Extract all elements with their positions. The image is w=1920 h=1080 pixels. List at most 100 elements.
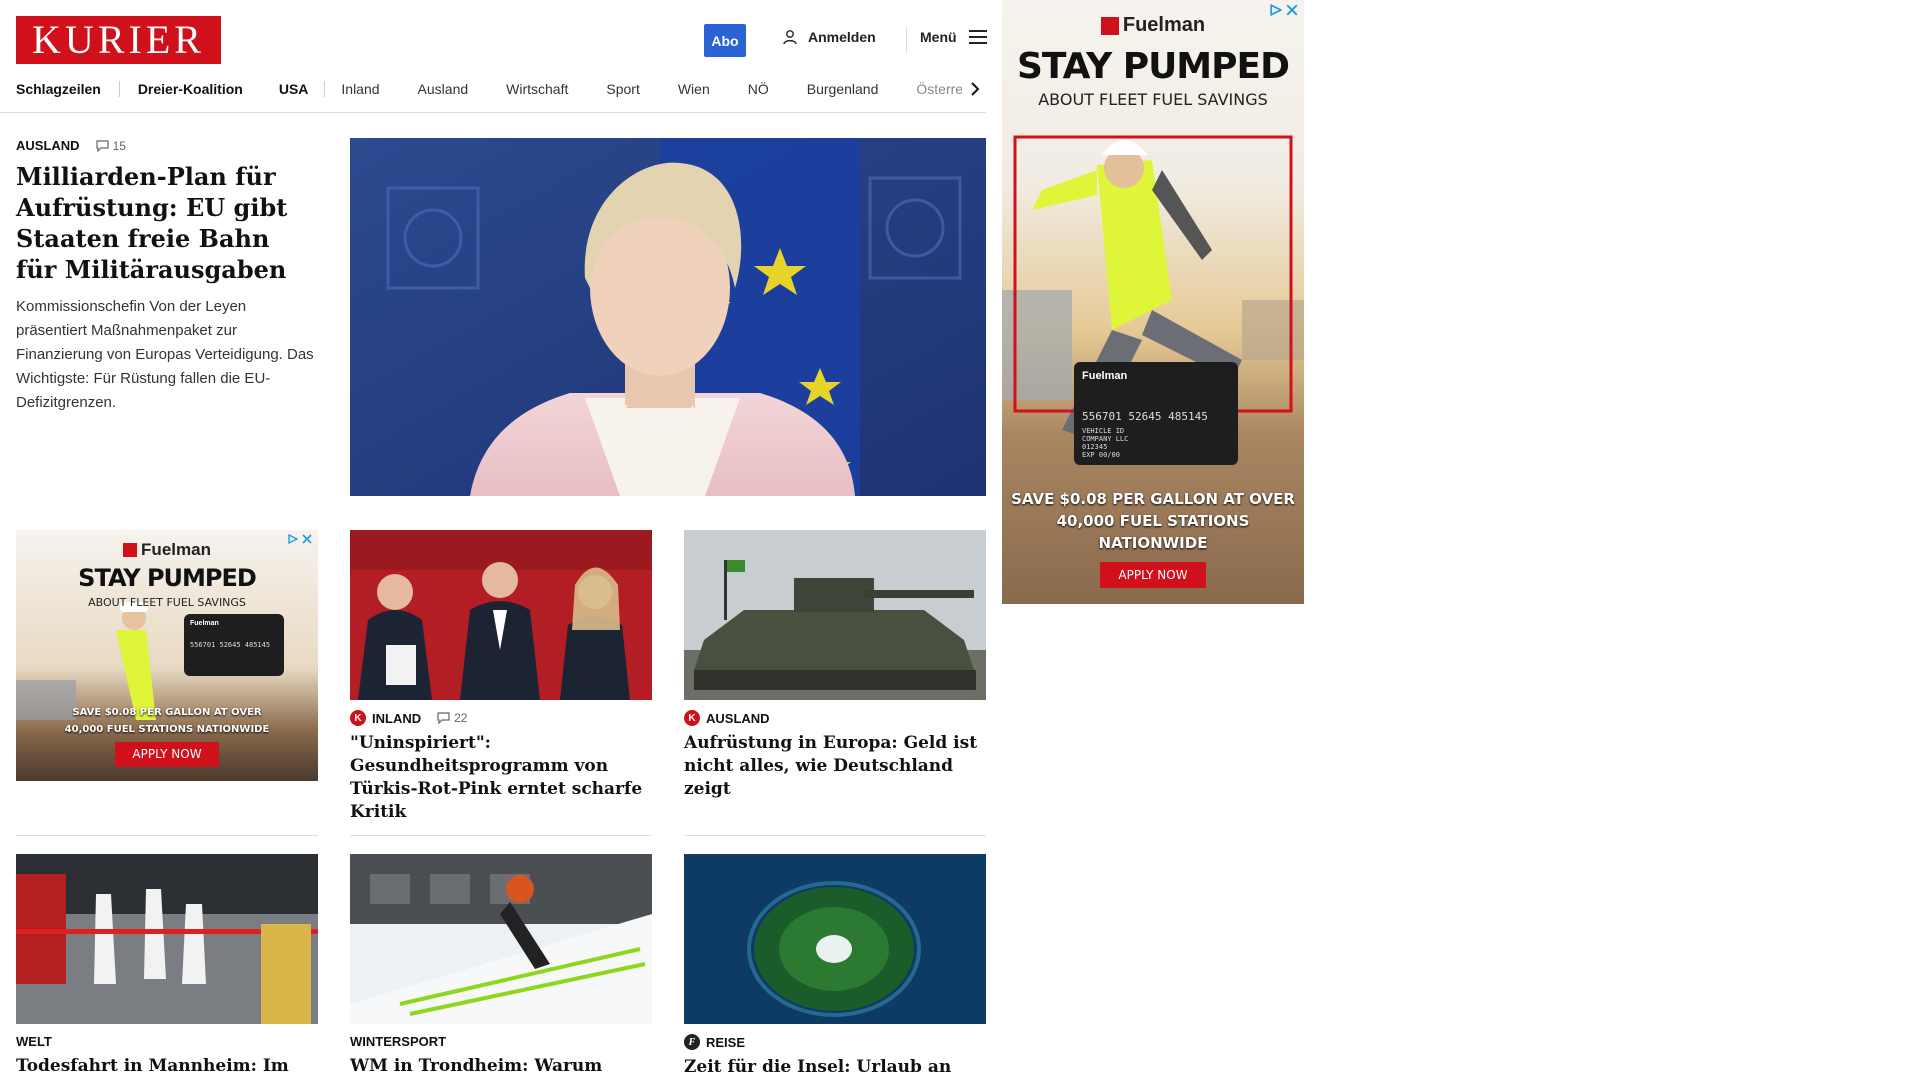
fuel-card-vehicle-id: VEHICLE ID	[1082, 427, 1125, 435]
fuelman-logo-icon	[1100, 16, 1119, 35]
fuel-card-details: VEHICLE ID COMPANY LLC 012345 EXP 00/00	[1082, 427, 1230, 459]
abo-button[interactable]: Abo	[704, 24, 746, 57]
ad-subline: ABOUT FLEET FUEL SAVINGS	[88, 596, 246, 609]
article-image	[684, 854, 986, 1024]
ad-saving-text: SAVE $0.08 PER GALLON AT OVER 40,000 FUE…	[16, 704, 318, 738]
ad-banner-large[interactable]: Fuelman STAY PUMPED ABOUT FLEET FUEL SAV…	[1002, 0, 1304, 604]
nav-item-schlagzeilen[interactable]: Schlagzeilen	[16, 81, 101, 97]
article-card[interactable]: K AUSLAND Aufrüstung in Europa: Geld ist…	[684, 530, 986, 801]
login-button[interactable]: Anmelden	[782, 29, 876, 45]
fuel-card-number: 556701 52645 485145	[190, 641, 271, 649]
user-icon	[783, 30, 797, 45]
article-kicker: f REISE	[684, 1034, 986, 1050]
article-kicker: K AUSLAND	[684, 710, 986, 726]
ad-brand-name: Fuelman	[1122, 14, 1206, 36]
ad-apply-button[interactable]: APPLY NOW	[115, 742, 219, 767]
article-kicker: WINTERSPORT	[350, 1034, 652, 1049]
login-label: Anmelden	[808, 29, 876, 45]
nav-separator	[118, 81, 120, 97]
menu-label: Menü	[920, 29, 957, 45]
article-image	[350, 530, 652, 700]
lead-image[interactable]	[350, 138, 986, 496]
ad-banner-small[interactable]: Fuelman STAY PUMPED ABOUT FLEET FUEL SAV…	[16, 530, 318, 781]
ad-saving-text: SAVE $0.08 PER GALLON AT OVER 40,000 FUE…	[1002, 488, 1304, 554]
ad-brand: Fuelman	[1002, 14, 1304, 37]
lead-kicker: AUSLAND 15	[16, 138, 318, 153]
lead-article[interactable]: AUSLAND 15 Milliarden-Plan für Aufrüstun…	[16, 138, 318, 415]
fuel-card-account: 012345	[1082, 443, 1108, 451]
article-image	[684, 530, 986, 700]
comment-count-value: 15	[112, 138, 126, 153]
nav-item-inland[interactable]: Inland	[341, 81, 379, 97]
nav-item-sport[interactable]: Sport	[606, 81, 639, 97]
row-divider	[350, 835, 652, 836]
nav-item-usa[interactable]: USA	[279, 81, 309, 97]
chevron-right-icon	[971, 82, 980, 96]
row-divider	[684, 835, 986, 836]
header-divider	[906, 27, 907, 53]
ad-saving-line2: 40,000 FUEL STATIONS NATIONWIDE	[64, 724, 270, 735]
ad-headline: STAY PUMPED	[1016, 46, 1290, 87]
fuel-card-number: 556701 52645 485145	[1082, 410, 1208, 423]
fuel-card-expiry: EXP 00/00	[1082, 451, 1120, 459]
lead-title[interactable]: Milliarden-Plan für Aufrüstung: EU gibt …	[16, 161, 318, 285]
ad-saving-line2: 40,000 FUEL STATIONS NATIONWIDE	[1056, 512, 1250, 552]
ad-brand-name: Fuelman	[141, 540, 211, 559]
article-kicker-label: WELT	[16, 1034, 52, 1049]
nav-scroll-right-button[interactable]	[962, 76, 988, 102]
ad-brand: Fuelman	[16, 540, 318, 560]
row-divider	[16, 835, 318, 836]
article-title[interactable]: WM in Trondheim: Warum Skispringer Stefa…	[350, 1055, 652, 1080]
fuel-card-image: Fuelman 556701 52645 485145 VEHICLE ID C…	[1074, 362, 1238, 465]
article-kicker-label: INLAND	[372, 710, 422, 726]
fuel-card-image: Fuelman 556701 52645 485145	[184, 614, 284, 676]
ad-apply-button[interactable]: APPLY NOW	[1100, 562, 1206, 588]
nav-item-burgenland[interactable]: Burgenland	[807, 81, 879, 97]
ad-subline: ABOUT FLEET FUEL SAVINGS	[1038, 90, 1268, 109]
article-card[interactable]: WELT Todesfahrt in Mannheim: Im Auto ent…	[16, 854, 318, 1080]
comment-count[interactable]: 15	[95, 138, 126, 153]
nav-item-noe[interactable]: NÖ	[748, 81, 769, 97]
ad-headline: STAY PUMPED	[78, 564, 257, 592]
comment-count-value: 22	[454, 711, 468, 725]
freizeit-f-badge-icon: f	[684, 1034, 700, 1050]
nav-item-oesterreich[interactable]: Österre	[916, 81, 963, 97]
article-title[interactable]: Zeit für die Insel: Urlaub an den einsam…	[684, 1056, 986, 1080]
comment-icon	[437, 712, 450, 724]
kurier-k-badge-icon: K	[350, 710, 366, 726]
hamburger-icon	[968, 30, 987, 44]
comment-count[interactable]: 22	[437, 711, 467, 725]
section-nav: Schlagzeilen Dreier-Koalition USA Inland…	[16, 79, 986, 99]
article-card[interactable]: f REISE Zeit für die Insel: Urlaub an de…	[684, 854, 986, 1080]
article-kicker-label: WINTERSPORT	[350, 1034, 447, 1049]
article-image	[350, 854, 652, 1024]
article-title[interactable]: Todesfahrt in Mannheim: Im Auto entdeckt…	[16, 1055, 318, 1080]
nav-separator	[324, 81, 326, 97]
nav-item-wirtschaft[interactable]: Wirtschaft	[506, 81, 568, 97]
article-kicker-label: REISE	[706, 1034, 746, 1050]
article-title[interactable]: "Uninspiriert": Gesundheitsprogramm von …	[350, 732, 652, 824]
ad-saving-line1: SAVE $0.08 PER GALLON AT OVER	[72, 707, 262, 718]
fuel-card-company: COMPANY LLC	[1082, 435, 1129, 443]
lead-kicker-label: AUSLAND	[16, 138, 80, 153]
nav-item-ausland[interactable]: Ausland	[418, 81, 469, 97]
fuel-card-brand: Fuelman	[190, 620, 219, 627]
fuelman-logo-icon	[123, 543, 138, 557]
article-card[interactable]: WINTERSPORT WM in Trondheim: Warum Skisp…	[350, 854, 652, 1080]
nav-item-wien[interactable]: Wien	[678, 81, 710, 97]
menu-button[interactable]: Menü	[920, 29, 987, 45]
comment-icon	[95, 139, 109, 152]
article-kicker-label: AUSLAND	[706, 710, 770, 726]
article-kicker: K INLAND 22	[350, 710, 652, 726]
article-title[interactable]: Aufrüstung in Europa: Geld ist nicht all…	[684, 732, 986, 801]
fuel-card-brand: Fuelman	[1082, 370, 1128, 382]
lead-teaser: Kommissionschefin Von der Leyen präsenti…	[16, 298, 314, 411]
article-image	[16, 854, 318, 1024]
nav-item-dreier-koalition[interactable]: Dreier-Koalition	[138, 81, 243, 97]
kurier-k-badge-icon: K	[684, 710, 700, 726]
ad-saving-line1: SAVE $0.08 PER GALLON AT OVER	[1011, 490, 1295, 508]
article-kicker: WELT	[16, 1034, 318, 1049]
kurier-logo[interactable]: KURIER	[16, 16, 221, 64]
header-divider-line	[0, 112, 986, 113]
article-card[interactable]: K INLAND 22 "Uninspiriert": Gesundheitsp…	[350, 530, 652, 824]
